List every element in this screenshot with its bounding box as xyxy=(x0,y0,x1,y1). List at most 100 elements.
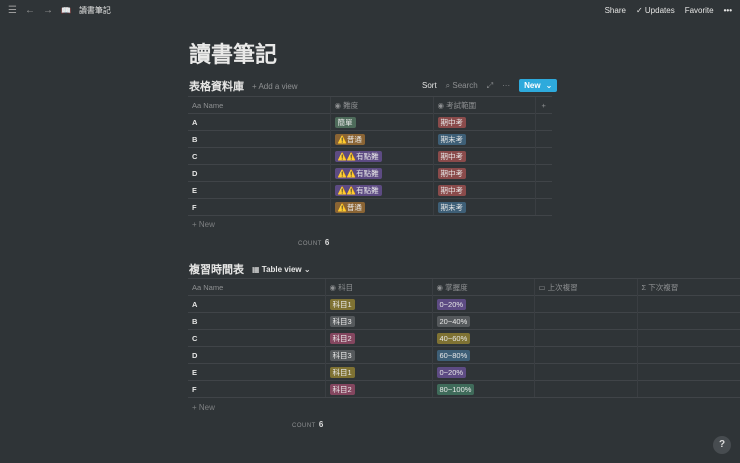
breadcrumb-page[interactable]: 讀書筆記 xyxy=(79,5,111,16)
select-tag: 科目1 xyxy=(329,366,355,378)
last-review-cell[interactable] xyxy=(533,329,637,347)
subject-cell[interactable]: 科目1 xyxy=(324,295,432,313)
add-column-icon[interactable]: + xyxy=(534,96,552,114)
back-icon[interactable]: ← xyxy=(25,5,35,16)
more-icon[interactable]: ••• xyxy=(724,6,732,15)
name-cell[interactable]: C xyxy=(188,147,330,165)
column-subject[interactable]: ◉ 科目 xyxy=(324,278,432,296)
difficulty-cell[interactable]: 簡單 xyxy=(329,113,433,131)
add-view-button[interactable]: + Add a view xyxy=(252,82,298,91)
mastery-cell[interactable]: 80~100% xyxy=(431,380,534,398)
table-row[interactable]: B 科目3 20~40% xyxy=(188,312,740,330)
column-difficulty[interactable]: ◉ 難度 xyxy=(329,96,433,114)
mastery-cell[interactable]: 0~20% xyxy=(431,295,534,313)
db1-table: Aa Name ◉ 難度 ◉ 考試範圍 + A 簡單 期中考 B ⚠️普通 期末考 C ⚠️⚠… xyxy=(188,96,552,216)
page-title[interactable]: 讀書筆記 xyxy=(189,37,277,69)
range-cell[interactable]: 期中考 xyxy=(432,147,535,165)
difficulty-cell[interactable]: ⚠️⚠️有點難 xyxy=(329,147,433,165)
view-selector[interactable]: ▦ Table view ⌄ xyxy=(252,265,311,274)
last-review-cell[interactable] xyxy=(533,346,637,364)
name-cell[interactable]: F xyxy=(188,198,330,216)
favorite-button[interactable]: Favorite xyxy=(685,6,714,15)
last-review-cell[interactable] xyxy=(533,295,637,313)
table-row[interactable]: D 科目3 60~80% xyxy=(188,346,740,364)
select-tag: 科目3 xyxy=(329,315,355,327)
subject-cell[interactable]: 科目1 xyxy=(324,363,432,381)
name-cell[interactable]: B xyxy=(188,130,330,148)
name-cell[interactable]: F xyxy=(188,380,325,398)
difficulty-cell[interactable]: ⚠️普通 xyxy=(329,198,433,216)
updates-button[interactable]: ✓ Updates xyxy=(636,6,675,15)
select-tag: ⚠️普通 xyxy=(334,133,365,145)
table-row[interactable]: F 科目2 80~100% xyxy=(188,380,740,398)
table-row[interactable]: F ⚠️普通 期末考 xyxy=(188,198,552,216)
range-cell[interactable]: 期中考 xyxy=(432,164,535,182)
name-cell[interactable]: A xyxy=(188,295,325,313)
subject-cell[interactable]: 科目3 xyxy=(324,312,432,330)
sort-button[interactable]: Sort xyxy=(422,81,437,90)
name-cell[interactable]: C xyxy=(188,329,325,347)
header-label: 上次複習 xyxy=(547,282,578,292)
table-row[interactable]: C 科目2 40~60% xyxy=(188,329,740,347)
more-options-icon[interactable]: ··· xyxy=(502,81,510,90)
db2-new-row-button[interactable]: + New xyxy=(192,403,215,412)
name-cell[interactable]: E xyxy=(188,181,330,199)
table-row[interactable]: B ⚠️普通 期末考 xyxy=(188,130,552,148)
db2-title[interactable]: 複習時間表 xyxy=(189,261,244,277)
share-button[interactable]: Share xyxy=(605,6,626,15)
select-tag: 科目2 xyxy=(329,383,355,395)
difficulty-cell[interactable]: ⚠️⚠️有點難 xyxy=(329,181,433,199)
column-range[interactable]: ◉ 考試範圍 xyxy=(432,96,535,114)
mastery-cell[interactable]: 20~40% xyxy=(431,312,534,330)
expand-icon[interactable]: ⤢ xyxy=(487,81,493,91)
mastery-cell[interactable]: 60~80% xyxy=(431,346,534,364)
name-cell[interactable]: D xyxy=(188,164,330,182)
table-row[interactable]: C ⚠️⚠️有點難 期中考 xyxy=(188,147,552,165)
subject-cell[interactable]: 科目2 xyxy=(324,380,432,398)
select-tag: 科目2 xyxy=(329,332,355,344)
table-row[interactable]: E ⚠️⚠️有點難 期中考 xyxy=(188,181,552,199)
range-cell[interactable]: 期末考 xyxy=(432,130,535,148)
last-review-cell[interactable] xyxy=(533,312,637,330)
new-button[interactable]: New ⌄ xyxy=(519,79,558,92)
subject-cell[interactable]: 科目3 xyxy=(324,346,432,364)
difficulty-cell[interactable]: ⚠️普通 xyxy=(329,130,433,148)
column-name[interactable]: Aa Name xyxy=(188,96,330,114)
mastery-cell[interactable]: 0~20% xyxy=(431,363,534,381)
column-last-review[interactable]: ▭ 上次複習 xyxy=(533,278,637,296)
column-name[interactable]: Aa Name xyxy=(188,278,325,296)
header-label: 考試範圍 xyxy=(446,100,477,110)
name-cell[interactable]: D xyxy=(188,346,325,364)
menu-icon[interactable]: ☰ xyxy=(8,5,17,16)
chevron-down-icon[interactable]: ⌄ xyxy=(546,81,553,90)
header-label: 科目 xyxy=(338,282,354,292)
column-next-review[interactable]: Σ 下次複習 xyxy=(636,278,740,296)
table-row[interactable]: A 簡單 期中考 xyxy=(188,113,552,131)
difficulty-cell[interactable]: ⚠️⚠️有點難 xyxy=(329,164,433,182)
last-review-cell[interactable] xyxy=(533,363,637,381)
empty-cell xyxy=(534,164,552,182)
table-row[interactable]: A 科目1 0~20% xyxy=(188,295,740,313)
table-row[interactable]: D ⚠️⚠️有點難 期中考 xyxy=(188,164,552,182)
range-cell[interactable]: 期末考 xyxy=(432,198,535,216)
updates-label: Updates xyxy=(644,5,675,15)
forward-icon[interactable]: → xyxy=(43,5,53,16)
book-icon: 📖 xyxy=(60,5,71,15)
last-review-cell[interactable] xyxy=(533,380,637,398)
table-row[interactable]: E 科目1 0~20% xyxy=(188,363,740,381)
range-cell[interactable]: 期中考 xyxy=(432,113,535,131)
range-cell[interactable]: 期中考 xyxy=(432,181,535,199)
mastery-cell[interactable]: 40~60% xyxy=(431,329,534,347)
help-button[interactable]: ? xyxy=(713,436,731,454)
name-cell[interactable]: A xyxy=(188,113,330,131)
name-cell[interactable]: B xyxy=(188,312,325,330)
next-review-cell xyxy=(636,380,740,398)
db1-title[interactable]: 表格資料庫 xyxy=(189,78,244,94)
select-tag: 期末考 xyxy=(437,133,466,145)
name-cell[interactable]: E xyxy=(188,363,325,381)
db1-new-row-button[interactable]: + New xyxy=(192,220,215,229)
column-mastery[interactable]: ◉ 掌握度 xyxy=(431,278,534,296)
search-button[interactable]: ⌕ Search xyxy=(446,81,478,91)
header-row: Aa Name ◉ 科目 ◉ 掌握度 ▭ 上次複習 Σ 下次複習 xyxy=(188,278,740,296)
subject-cell[interactable]: 科目2 xyxy=(324,329,432,347)
